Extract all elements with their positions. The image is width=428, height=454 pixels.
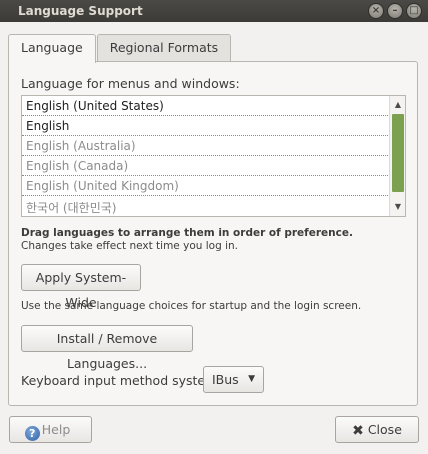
list-item[interactable]: English (Australia) [22,136,390,156]
close-button[interactable]: ✖ Close [335,416,419,443]
close-button-label: Close [367,422,402,437]
close-icon: ✖ [352,423,364,439]
help-button[interactable]: ? Help [9,416,92,443]
apply-system-wide-button[interactable]: Apply System-Wide [21,264,141,310]
tab-regional-formats[interactable]: Regional Formats [96,34,232,62]
tab-bar: Language Regional Formats [8,34,232,63]
tab-language[interactable]: Language [8,34,96,63]
apply-description: Use the same language choices for startu… [21,300,362,312]
title-bar: Language Support × – □ [0,0,428,22]
maximize-window-button[interactable]: □ [406,3,422,19]
language-list-label: Language for menus and windows: [21,76,240,91]
window-title: Language Support [18,4,143,18]
window-controls: × – □ [368,3,422,19]
chevron-down-icon[interactable]: ▼ [390,200,405,214]
language-list-scrollbar[interactable]: ▲ ▼ [389,96,405,216]
list-item[interactable]: English [22,116,390,136]
chevron-up-icon[interactable]: ▲ [390,98,405,112]
help-icon: ? [24,426,40,441]
install-remove-languages-button[interactable]: Install / Remove Languages... [21,325,193,371]
list-item[interactable]: 한국어 (대한민국) [22,198,390,216]
keyboard-input-value: IBus [212,372,239,387]
list-item[interactable]: English (United States) [22,96,390,116]
list-item[interactable]: English (Canada) [22,156,390,176]
language-list[interactable]: English (United States) English English … [21,95,406,217]
scrollbar-thumb[interactable] [392,114,404,192]
keyboard-input-select[interactable]: IBus ▼ [203,366,264,393]
language-support-window: Language Support × – □ Language Regional… [0,0,428,454]
keyboard-input-label: Keyboard input method system: [21,373,222,388]
list-item[interactable]: English (United Kingdom) [22,176,390,196]
chevron-down-icon: ▼ [248,374,255,384]
changes-hint: Changes take effect next time you log in… [21,240,238,252]
close-window-button[interactable]: × [368,3,384,19]
help-button-label: Help [41,422,71,437]
drag-hint: Drag languages to arrange them in order … [21,227,353,239]
minimize-window-button[interactable]: – [387,3,403,19]
